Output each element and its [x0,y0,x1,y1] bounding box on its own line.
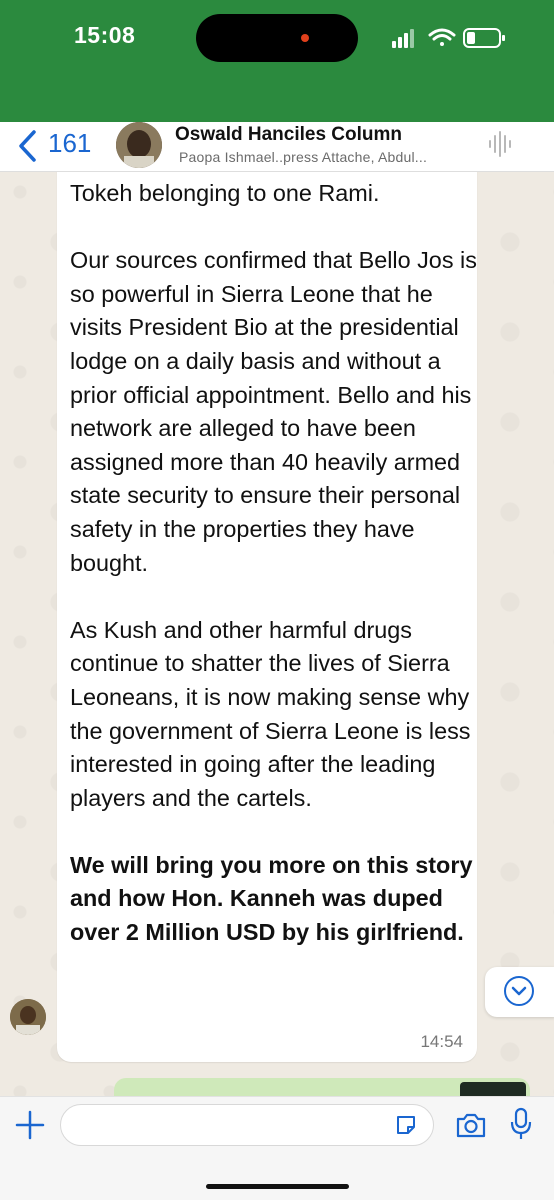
dynamic-island [196,14,358,62]
voice-waveform-icon[interactable] [488,130,512,158]
scroll-down-circle [504,976,534,1006]
status-bar: 15:08 [0,0,554,122]
sender-avatar-image [10,999,46,1035]
sticker-icon[interactable] [394,1113,418,1137]
status-icons [392,28,505,48]
message-bubble[interactable]: Tokeh belonging to one Rami. Our sources… [57,172,477,1062]
message-paragraph-2: Our sources confirmed that Bello Jos is … [70,247,477,576]
next-message-thumbnail [460,1082,526,1096]
wifi-icon [428,28,456,46]
message-bold-paragraph: We will bring you more on this story and… [70,851,473,946]
chat-header: 161 Oswald Hanciles Column Paopa Ishmael… [0,122,554,172]
status-time: 15:08 [74,22,136,48]
message-paragraph-1: Tokeh belonging to one Rami. [70,180,380,206]
message-paragraph-3: As Kush and other harmful drugs continue… [70,616,471,811]
avatar-image [116,122,162,168]
microphone-icon[interactable] [510,1107,532,1141]
camera-icon[interactable] [455,1111,487,1139]
battery-icon [463,28,505,48]
recording-dot [301,34,309,42]
next-message-bubble[interactable] [114,1078,530,1096]
message-timestamp: 14:54 [420,1032,463,1051]
back-unread-count[interactable]: 161 [48,128,91,159]
chat-title[interactable]: Oswald Hanciles Column [175,124,402,146]
plus-icon[interactable] [14,1109,46,1141]
chevron-down-icon [511,986,527,996]
avatar[interactable] [116,122,162,168]
chevron-left-icon[interactable] [16,129,38,163]
home-indicator[interactable] [206,1184,349,1189]
signal-icon [392,29,414,48]
sender-avatar[interactable] [10,999,46,1035]
chat-area[interactable]: Tokeh belonging to one Rami. Our sources… [0,172,554,1096]
chat-subtitle[interactable]: Paopa Ishmael..press Attache, Abdul... [179,149,427,165]
message-input[interactable] [60,1104,434,1146]
message-text: Tokeh belonging to one Rami. Our sources… [70,177,480,950]
scroll-to-bottom-button[interactable] [485,967,554,1017]
input-bar [0,1096,554,1200]
